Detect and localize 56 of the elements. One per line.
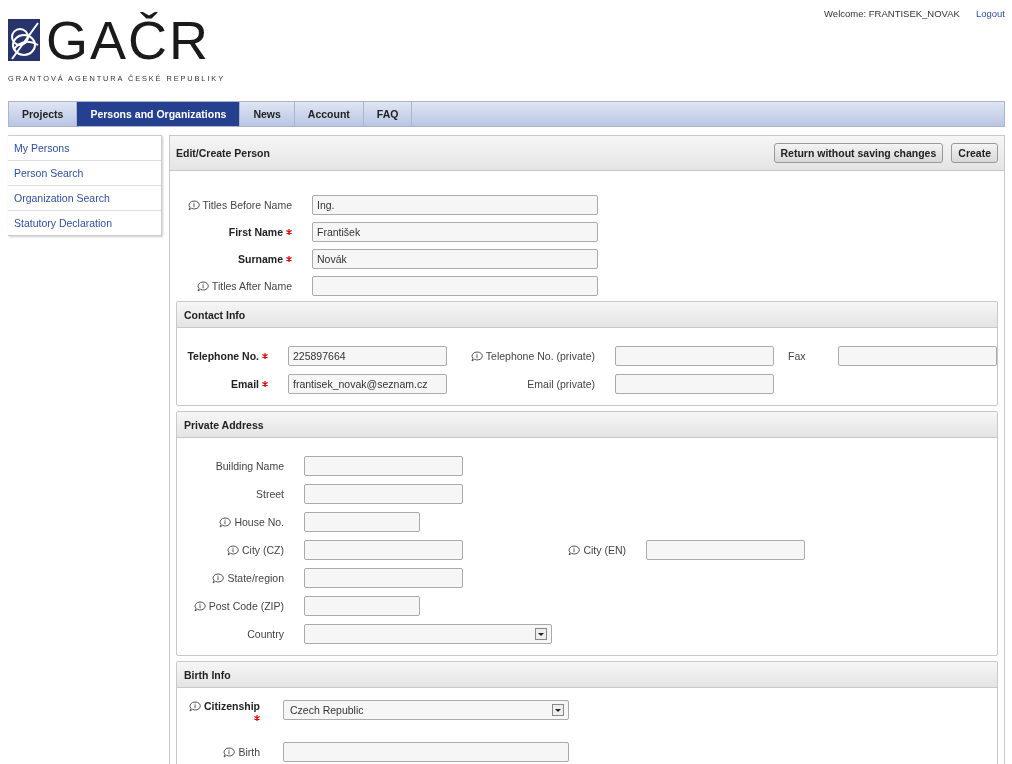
field-label: House No. bbox=[234, 516, 284, 528]
text-field[interactable]: Ing. bbox=[312, 195, 598, 215]
field-label: First Name bbox=[228, 226, 283, 238]
text-field[interactable]: František bbox=[312, 222, 598, 242]
action-button[interactable]: Create bbox=[951, 143, 998, 163]
text-field[interactable]: 225897664 bbox=[288, 346, 447, 366]
nav-tab[interactable]: Account bbox=[294, 102, 364, 126]
section-title: Private Address bbox=[177, 412, 997, 438]
field-label: Street bbox=[256, 488, 284, 500]
nav-tab[interactable]: News bbox=[240, 102, 295, 126]
sidebar-item[interactable]: My Persons bbox=[8, 136, 161, 161]
text-field[interactable] bbox=[838, 346, 997, 366]
field-label: Titles Before Name bbox=[202, 199, 292, 211]
field-label: City (EN) bbox=[583, 544, 626, 556]
text-field[interactable] bbox=[312, 276, 598, 296]
dropdown-field[interactable] bbox=[304, 624, 552, 644]
nav-tab[interactable]: FAQ bbox=[363, 102, 413, 126]
field-label: Building Name bbox=[215, 460, 284, 472]
field-label: Telephone No. (private) bbox=[485, 350, 595, 362]
text-field[interactable]: frantisek_novak@seznam.cz bbox=[288, 374, 447, 394]
field-label: Fax bbox=[788, 350, 806, 362]
text-field[interactable] bbox=[304, 568, 463, 588]
field-label: Telephone No. bbox=[187, 350, 259, 362]
text-field[interactable] bbox=[304, 512, 420, 532]
logo-emblem-icon bbox=[8, 19, 40, 61]
text-field[interactable] bbox=[646, 540, 805, 560]
welcome-text: Welcome: FRANTISEK_NOVAK bbox=[824, 8, 960, 19]
field-label: Citizenship bbox=[204, 700, 260, 712]
text-field[interactable] bbox=[304, 456, 463, 476]
logo-text: GAČR bbox=[46, 14, 210, 66]
text-field[interactable] bbox=[304, 540, 463, 560]
action-button[interactable]: Return without saving changes bbox=[773, 143, 944, 163]
nav-tab[interactable]: Persons and Organizations bbox=[77, 102, 241, 126]
field-label: Country bbox=[247, 628, 284, 640]
panel-title: Edit/Create Person bbox=[176, 147, 270, 159]
section-title: Birth Info bbox=[177, 662, 997, 688]
field-label: Birth bbox=[238, 746, 260, 758]
sidebar-item[interactable]: Person Search bbox=[8, 161, 161, 186]
text-field[interactable] bbox=[615, 346, 774, 366]
text-field[interactable] bbox=[615, 374, 774, 394]
field-label: Titles After Name bbox=[211, 280, 292, 292]
text-field[interactable] bbox=[283, 742, 569, 762]
field-label: City (CZ) bbox=[242, 544, 284, 556]
section-title: Contact Info bbox=[177, 302, 997, 328]
field-label: Surname bbox=[238, 253, 283, 265]
field-label: Email (private) bbox=[527, 378, 595, 390]
logout-link[interactable]: Logout bbox=[975, 8, 1005, 19]
text-field[interactable] bbox=[304, 596, 420, 616]
text-field[interactable]: Novák bbox=[312, 249, 598, 269]
sidebar-item[interactable]: Statutory Declaration bbox=[8, 211, 161, 235]
field-label: State/region bbox=[227, 572, 284, 584]
field-label: Post Code (ZIP) bbox=[208, 600, 284, 612]
field-label: Email bbox=[231, 378, 259, 390]
text-field[interactable] bbox=[304, 484, 463, 504]
sidebar-item[interactable]: Organization Search bbox=[8, 186, 161, 211]
dropdown-field[interactable]: Czech Republic bbox=[283, 700, 569, 720]
